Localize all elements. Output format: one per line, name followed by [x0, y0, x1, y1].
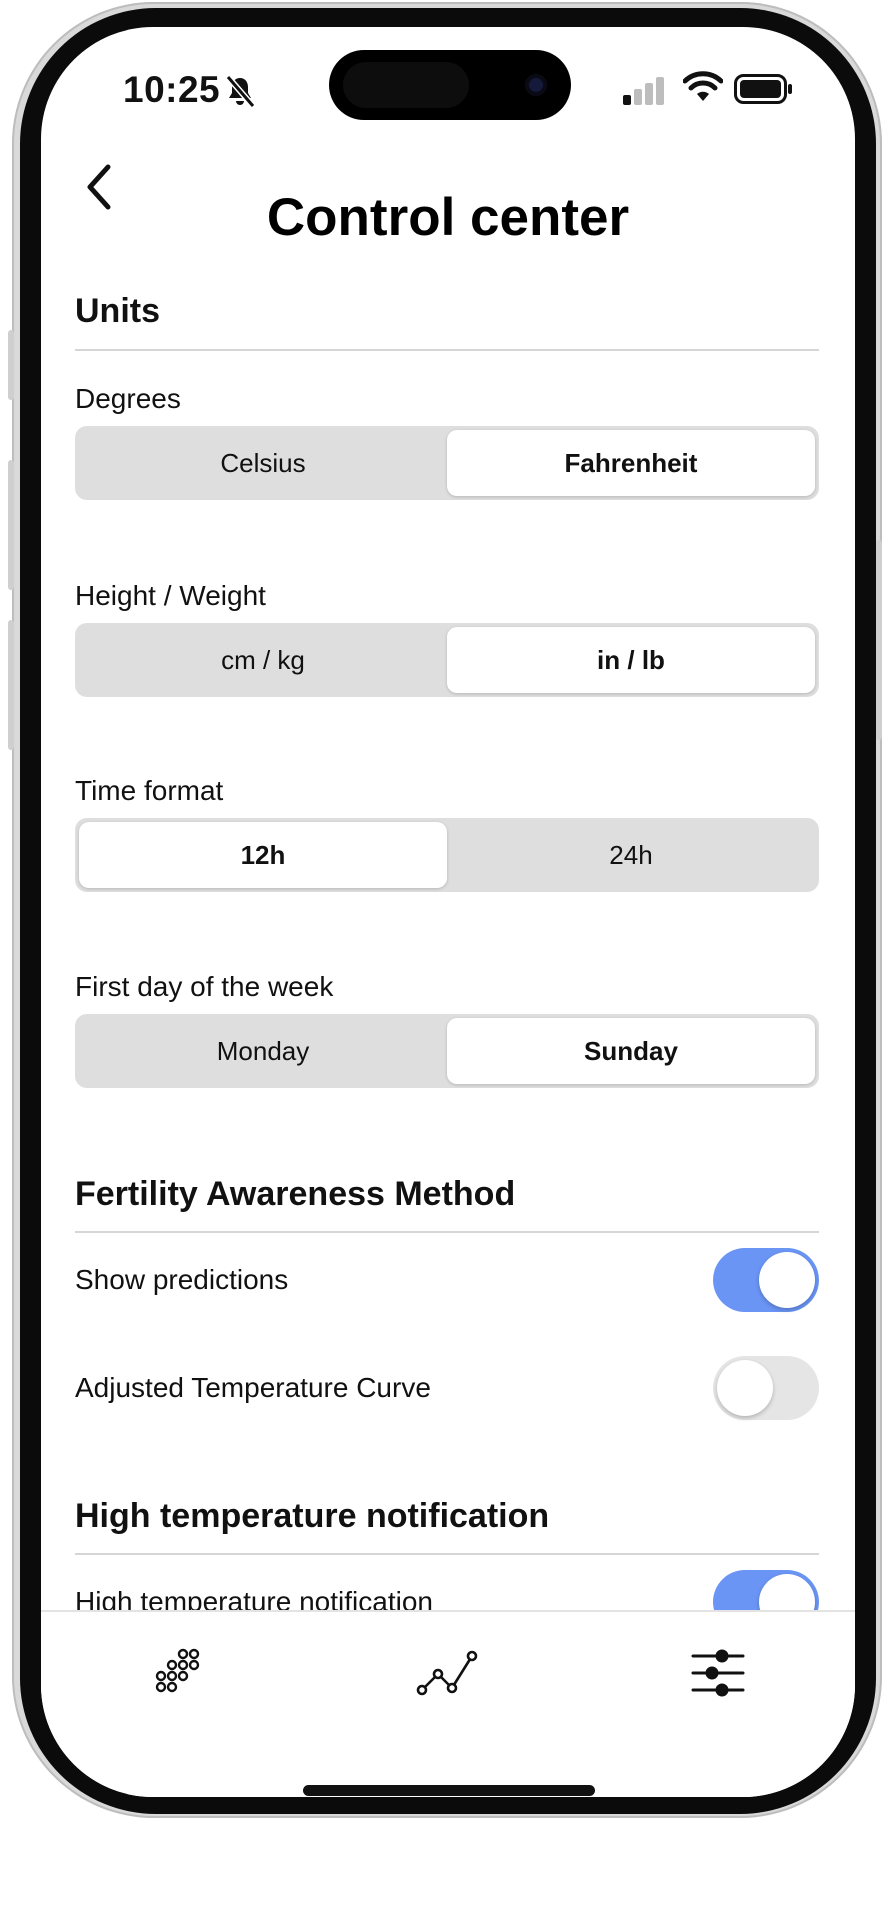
- adjusted-curve-row: Adjusted Temperature Curve: [75, 1356, 819, 1420]
- toggle-knob: [717, 1360, 773, 1416]
- line-chart-icon: [416, 1650, 478, 1696]
- segment-metric[interactable]: cm / kg: [79, 627, 447, 693]
- section-title-units: Units: [75, 292, 160, 330]
- bell-slash-icon: [225, 75, 256, 108]
- time-format-segmented-control: 12h 24h: [75, 818, 819, 892]
- height-weight-segmented-control: cm / kg in / lb: [75, 623, 819, 697]
- segment-sunday[interactable]: Sunday: [447, 1018, 815, 1084]
- action-button: [8, 330, 14, 400]
- first-day-label: First day of the week: [75, 971, 334, 1002]
- wifi-icon: [683, 71, 723, 101]
- dynamic-island: [329, 50, 571, 120]
- height-weight-label: Height / Weight: [75, 580, 266, 611]
- degrees-segmented-control: Celsius Fahrenheit: [75, 426, 819, 500]
- degrees-label: Degrees: [75, 383, 181, 414]
- show-predictions-toggle[interactable]: [713, 1248, 819, 1312]
- page-title: Control center: [266, 188, 630, 247]
- cellular-signal-icon: [623, 77, 664, 105]
- segment-celsius[interactable]: Celsius: [79, 430, 447, 496]
- tab-settings[interactable]: [673, 1638, 763, 1708]
- tab-chart[interactable]: [403, 1638, 493, 1708]
- first-day-segmented-control: Monday Sunday: [75, 1014, 819, 1088]
- adjusted-curve-label: Adjusted Temperature Curve: [75, 1372, 431, 1403]
- volume-down-button: [8, 620, 14, 750]
- tab-overview[interactable]: [132, 1638, 222, 1708]
- segment-monday[interactable]: Monday: [79, 1018, 447, 1084]
- battery-icon: [734, 74, 792, 104]
- dots-grid-icon: [155, 1648, 200, 1693]
- home-indicator[interactable]: [303, 1785, 595, 1796]
- segment-24h[interactable]: 24h: [447, 822, 815, 888]
- divider: [75, 349, 819, 351]
- front-camera: [525, 74, 547, 96]
- tab-bar: [41, 1610, 855, 1797]
- show-predictions-label: Show predictions: [75, 1264, 289, 1295]
- show-predictions-row: Show predictions: [75, 1248, 819, 1312]
- volume-up-button: [8, 460, 14, 590]
- segment-12h[interactable]: 12h: [79, 822, 447, 888]
- toggle-knob: [759, 1252, 815, 1308]
- segment-imperial[interactable]: in / lb: [447, 627, 815, 693]
- divider: [75, 1553, 819, 1555]
- power-button: [876, 540, 882, 740]
- island-sensor: [343, 62, 469, 108]
- segment-fahrenheit[interactable]: Fahrenheit: [447, 430, 815, 496]
- divider: [75, 1231, 819, 1233]
- time-format-label: Time format: [75, 775, 224, 806]
- section-title-high-temp: High temperature notification: [75, 1497, 550, 1535]
- status-time: 10:25: [123, 69, 221, 110]
- phone-screen: 10:25 Control center Units Degrees Celsi…: [41, 27, 855, 1797]
- section-title-fam: Fertility Awareness Method: [75, 1175, 516, 1213]
- adjusted-curve-toggle[interactable]: [713, 1356, 819, 1420]
- sliders-icon: [691, 1649, 745, 1697]
